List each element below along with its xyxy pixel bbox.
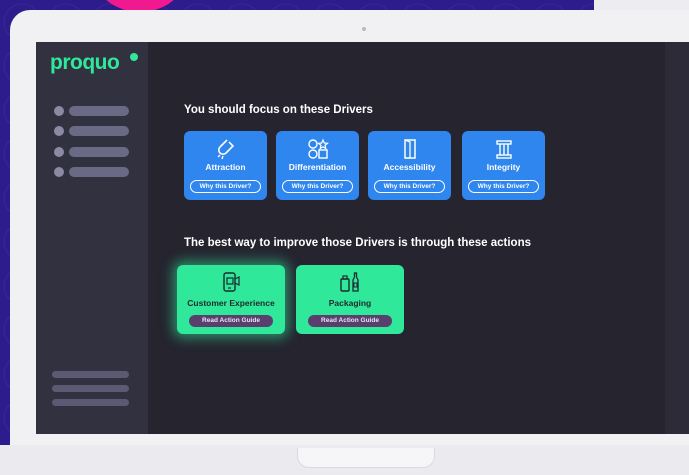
read-action-guide-button[interactable]: Read Action Guide <box>189 315 273 327</box>
why-driver-button[interactable]: Why this Driver? <box>282 180 353 193</box>
driver-label: Integrity <box>486 162 521 172</box>
door-icon <box>403 139 416 159</box>
sidebar: proquo <box>36 42 148 434</box>
right-panel-edge <box>665 42 689 434</box>
actions-heading: The best way to improve those Drivers is… <box>184 237 531 249</box>
driver-card-differentiation[interactable]: Differentiation Why this Driver? <box>276 131 359 200</box>
bottles-icon <box>340 272 359 292</box>
driver-label: Attraction <box>205 162 246 172</box>
menu-placeholder-bar <box>69 167 129 177</box>
action-card-customer-experience[interactable]: Customer Experience Read Action Guide <box>177 265 285 334</box>
pillar-icon <box>495 140 512 159</box>
menu-placeholder-bar <box>69 126 129 136</box>
menu-placeholder-bar <box>69 147 129 157</box>
laptop-notch <box>297 448 435 468</box>
driver-label: Differentiation <box>288 162 347 172</box>
logo-badge-icon <box>130 53 138 61</box>
driver-card-integrity[interactable]: Integrity Why this Driver? <box>462 131 545 200</box>
why-driver-button[interactable]: Why this Driver? <box>190 180 261 193</box>
driver-card-attraction[interactable]: Attraction Why this Driver? <box>184 131 267 200</box>
menu-bullet-icon <box>54 167 64 177</box>
phone-video-icon <box>223 272 240 292</box>
action-label: Customer Experience <box>187 298 275 308</box>
why-driver-button[interactable]: Why this Driver? <box>374 180 445 193</box>
menu-bullet-icon <box>54 126 64 136</box>
magnet-icon <box>217 139 234 160</box>
driver-label: Accessibility <box>383 162 436 172</box>
sidebar-footer-item-1[interactable] <box>52 371 129 378</box>
menu-placeholder-bar <box>69 106 129 116</box>
sidebar-footer-item-3[interactable] <box>52 399 129 406</box>
menu-bullet-icon <box>54 147 64 157</box>
why-driver-button[interactable]: Why this Driver? <box>468 180 539 193</box>
driver-card-accessibility[interactable]: Accessibility Why this Driver? <box>368 131 451 200</box>
sidebar-footer-item-2[interactable] <box>52 385 129 392</box>
shapes-icon <box>307 138 329 159</box>
action-card-packaging[interactable]: Packaging Read Action Guide <box>296 265 404 334</box>
menu-bullet-icon <box>54 106 64 116</box>
logo: proquo <box>50 51 120 74</box>
app-screen: proquo You should focus on these Drivers <box>36 42 689 434</box>
action-label: Packaging <box>328 298 372 308</box>
webcam-dot <box>362 27 366 31</box>
read-action-guide-button[interactable]: Read Action Guide <box>308 315 392 327</box>
drivers-heading: You should focus on these Drivers <box>184 104 373 116</box>
